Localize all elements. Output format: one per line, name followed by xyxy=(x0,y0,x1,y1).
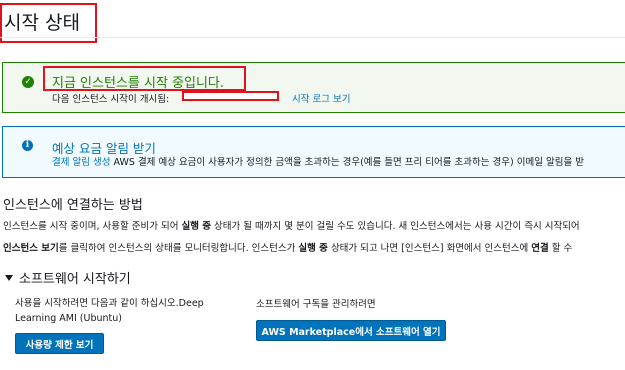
info-text: 결제 알림 생성 AWS 결제 예상 요금이 사용자가 정의한 금액을 초과하는… xyxy=(52,154,584,168)
connect-heading: 인스턴스에 연결하는 방법 xyxy=(3,198,143,213)
annotation-box-success xyxy=(43,66,246,91)
open-marketplace-button[interactable]: AWS Marketplace에서 소프트웨어 열기 xyxy=(256,320,446,341)
view-launch-log-link[interactable]: 시작 로그 보기 xyxy=(292,91,350,105)
software-right-text: 소프트웨어 구독을 관리하려면 xyxy=(256,299,376,310)
software-left-text: 사용을 시작하려면 다음과 같이 하십시오.Deep Learning AMI … xyxy=(15,298,204,324)
launch-status-page: 시작 상태 ✓ 지금 인스턴스를 시작 중입니다. 다음 인스턴스 시작이 개시… xyxy=(0,0,625,370)
success-subtitle: 다음 인스턴스 시작이 개시됨: xyxy=(52,94,170,105)
software-section-toggle[interactable]: 소프트웨어 시작하기 xyxy=(5,268,131,287)
view-usage-limits-button[interactable]: 사용량 제한 보기 xyxy=(15,333,104,354)
title-divider xyxy=(0,37,625,38)
check-circle-icon: ✓ xyxy=(22,76,34,88)
caret-down-icon xyxy=(5,275,13,281)
software-heading: 소프트웨어 시작하기 xyxy=(19,272,131,287)
create-billing-alert-link[interactable]: 결제 알림 생성 xyxy=(52,157,110,168)
connect-paragraph-2: 인스턴스 보기를 클릭하여 인스턴스의 상태를 모니터링합니다. 인스턴스가 실… xyxy=(3,243,573,254)
redacted-instance-id xyxy=(182,91,279,101)
info-icon: i xyxy=(22,140,33,151)
connect-paragraph-1: 인스턴스를 시작 중이며, 사용할 준비가 되어 실행 중 상태가 될 때까지 … xyxy=(3,221,580,232)
info-description: AWS 결제 예상 요금이 사용자가 정의한 금액을 초과하는 경우(예를 들면… xyxy=(113,157,584,168)
